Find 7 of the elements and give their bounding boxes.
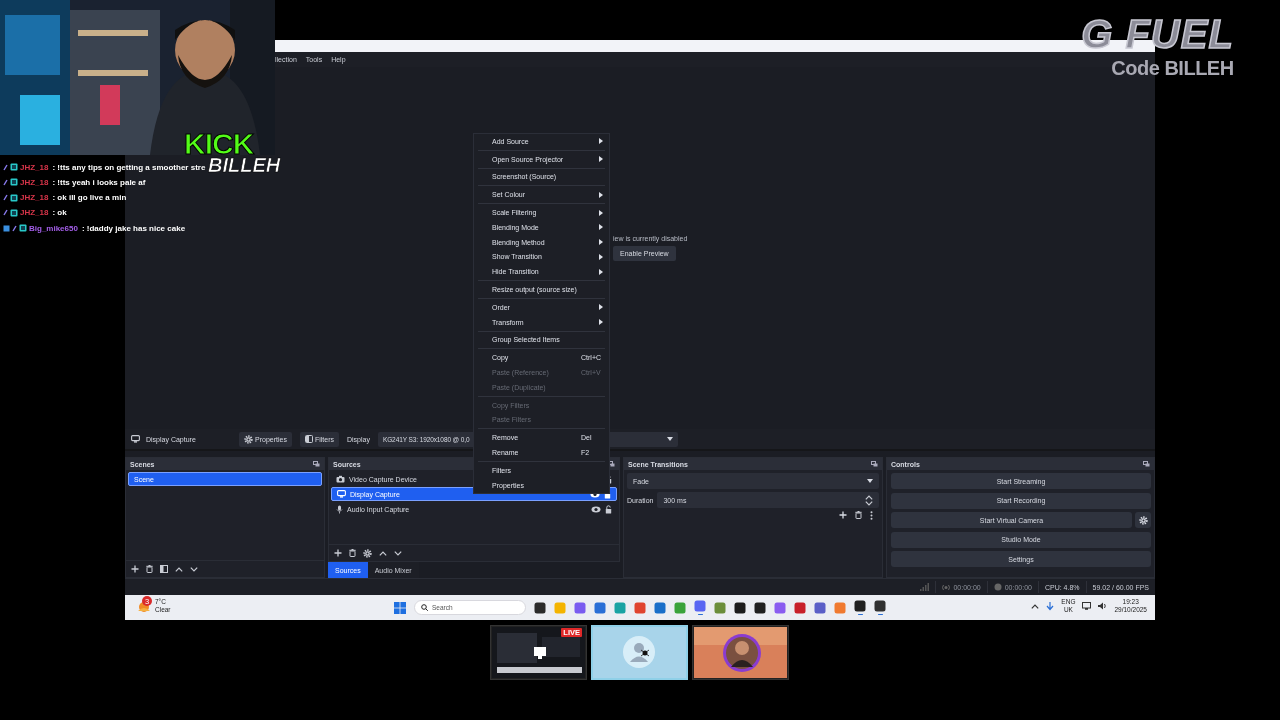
chat-message: : !daddy jake has nice cake [81, 223, 186, 233]
chat-message: : !tts yeah i looks pale af [52, 177, 146, 187]
channel-name: BILLEH [208, 154, 281, 176]
promo-code: Code BILLEH [1111, 56, 1234, 80]
chat-message: : ok ill go live a min [52, 193, 127, 203]
chat-message: : ok [52, 208, 67, 218]
chat-message: : !tts any tips on getting a smoother stre [52, 162, 206, 172]
